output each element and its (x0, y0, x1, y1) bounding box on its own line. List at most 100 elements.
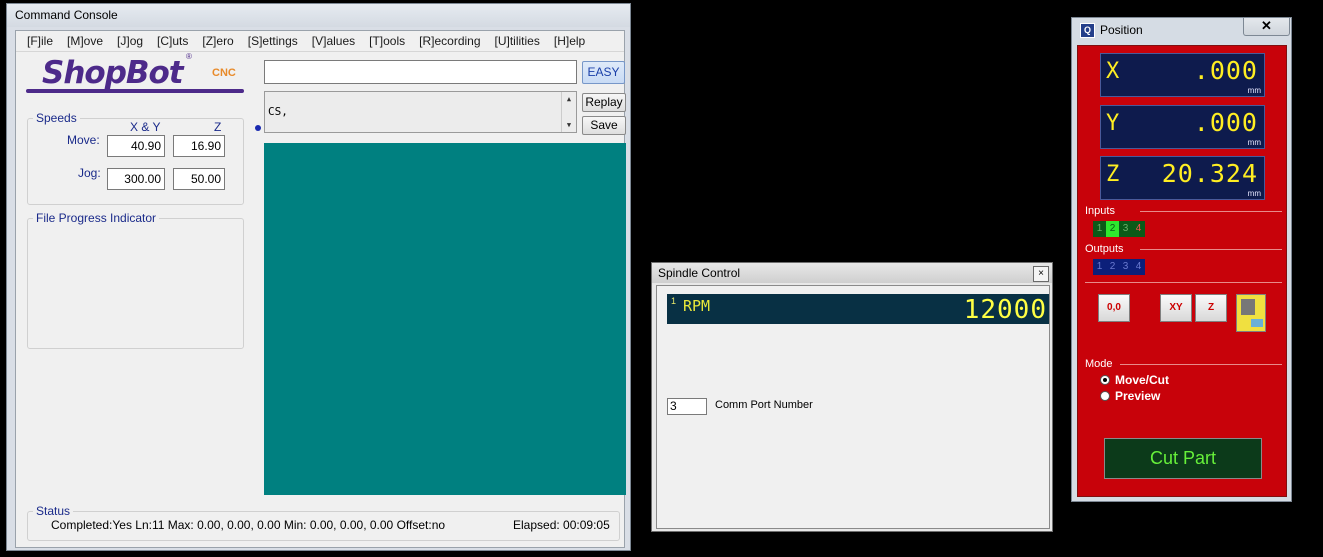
jog-z-speed-field[interactable]: 50.00 (173, 168, 225, 190)
mode-preview-label: Preview (1115, 389, 1161, 403)
mode-divider (1120, 364, 1282, 365)
menu-help[interactable]: [H]elp (547, 34, 592, 48)
command-console-titlebar[interactable]: Command Console (7, 4, 630, 27)
spindle-control-titlebar[interactable]: Spindle Control (652, 263, 1052, 283)
spindle-index: 1 (671, 296, 677, 306)
history-scrollbar[interactable]: ▲ ▼ (561, 92, 576, 132)
logo-registered-mark: ® (186, 52, 192, 61)
rpm-value: 12000 (963, 295, 1047, 325)
mode-label: Mode (1085, 358, 1113, 370)
mode-move-cut-label: Move/Cut (1115, 373, 1169, 387)
output-2-indicator: 2 (1106, 259, 1119, 275)
output-3-indicator: 3 (1119, 259, 1132, 275)
dro-x-axis: X (1106, 59, 1120, 84)
dro-z-value: 20.324 (1161, 159, 1258, 188)
status-dot (255, 125, 261, 131)
menu-zero[interactable]: [Z]ero (195, 34, 240, 48)
menu-cuts[interactable]: [C]uts (150, 34, 195, 48)
dro-y-axis: Y (1106, 111, 1120, 136)
move-xy-speed-field[interactable]: 40.90 (107, 135, 165, 157)
menu-recording[interactable]: [R]ecording (412, 34, 487, 48)
logo-cnc: CNC (212, 67, 236, 79)
dro-x-value: .000 (1193, 56, 1258, 85)
command-input[interactable] (264, 60, 577, 84)
menu-move[interactable]: [M]ove (60, 34, 110, 48)
menu-bar: [F]ile [M]ove [J]og [C]uts [Z]ero [S]ett… (16, 31, 624, 52)
zero-xy-icon: XY (1169, 302, 1183, 313)
command-console-client: [F]ile [M]ove [J]og [C]uts [Z]ero [S]ett… (15, 30, 626, 548)
speeds-col-xy: X & Y (130, 120, 161, 134)
history-text: CS, (268, 105, 288, 118)
mode-move-cut-radio[interactable] (1100, 375, 1110, 385)
spindle-close-button[interactable]: × (1033, 266, 1049, 282)
dro-x[interactable]: X .000 mm (1100, 53, 1265, 97)
menu-tools[interactable]: [T]ools (362, 34, 412, 48)
speeds-col-z: Z (214, 120, 222, 134)
comm-port-input[interactable]: 3 (667, 398, 707, 415)
save-button[interactable]: Save (582, 116, 626, 135)
output-4-indicator: 4 (1132, 259, 1145, 275)
dro-x-unit: mm (1247, 86, 1261, 95)
display-icon (1241, 299, 1255, 315)
dro-z-unit: mm (1247, 189, 1261, 198)
move-speed-label: Move: (67, 133, 100, 147)
dro-z-axis: Z (1106, 162, 1120, 187)
file-progress-legend: File Progress Indicator (36, 211, 157, 225)
zero-z-button[interactable]: Z (1195, 294, 1227, 322)
speeds-legend: Speeds (36, 111, 77, 125)
logo-underline (26, 89, 244, 93)
shopbot-logo: ShopBot ® CNC (26, 52, 246, 97)
inputs-divider (1140, 211, 1282, 212)
jog-xy-speed-field[interactable]: 300.00 (107, 168, 165, 190)
logo-text: ShopBot (42, 55, 184, 91)
status-legend: Status (36, 504, 71, 518)
preview-display-button[interactable] (1236, 294, 1266, 332)
output-1-indicator: 1 (1093, 259, 1106, 275)
zero-origin-icon: 0,0 (1107, 302, 1121, 313)
input-3-indicator: 3 (1119, 221, 1132, 237)
menu-values[interactable]: [V]alues (305, 34, 362, 48)
menu-settings[interactable]: [S]ettings (241, 34, 305, 48)
app-icon: Q (1080, 23, 1095, 38)
move-z-speed-field[interactable]: 16.90 (173, 135, 225, 157)
position-close-button[interactable]: ✕ (1243, 18, 1290, 36)
rpm-label: RPM (683, 297, 711, 315)
tools-divider (1085, 282, 1282, 283)
scroll-down-icon[interactable]: ▼ (562, 121, 576, 129)
inputs-label: Inputs (1085, 205, 1115, 217)
file-progress-group: File Progress Indicator (27, 211, 244, 349)
menu-jog[interactable]: [J]og (110, 34, 150, 48)
input-1-indicator: 1 (1093, 221, 1106, 237)
input-2-indicator: 2 (1106, 221, 1119, 237)
spindle-client: 1 RPM 12000 3 Comm Port Number (656, 285, 1050, 529)
display-icon-accent (1251, 319, 1263, 327)
menu-file[interactable]: [F]ile (20, 34, 60, 48)
dro-y-value: .000 (1193, 108, 1258, 137)
comm-port-label: Comm Port Number (715, 399, 813, 411)
status-text: Completed:Yes Ln:11 Max: 0.00, 0.00, 0.0… (51, 518, 446, 532)
dro-y-unit: mm (1247, 138, 1261, 147)
position-window: Q Position ✕ X .000 mm Y .000 mm Z 20.32… (1071, 17, 1292, 502)
easy-button[interactable]: EASY (582, 61, 625, 84)
dro-y[interactable]: Y .000 mm (1100, 105, 1265, 149)
cut-part-button[interactable]: Cut Part (1104, 438, 1262, 479)
zero-origin-button[interactable]: 0,0 (1098, 294, 1130, 322)
input-4-indicator: 4 (1132, 221, 1145, 237)
command-console-window: Command Console [F]ile [M]ove [J]og [C]u… (6, 3, 631, 551)
scroll-up-icon[interactable]: ▲ (562, 95, 576, 103)
toolpath-preview-area[interactable] (264, 143, 626, 495)
outputs-label: Outputs (1085, 243, 1124, 255)
position-client: X .000 mm Y .000 mm Z 20.324 mm Inputs 1… (1077, 45, 1287, 497)
rpm-display: 1 RPM 12000 (667, 294, 1049, 325)
mode-preview-radio[interactable] (1100, 391, 1110, 401)
zero-xy-button[interactable]: XY (1160, 294, 1192, 322)
jog-speed-label: Jog: (78, 166, 101, 180)
spindle-control-window: Spindle Control × 1 RPM 12000 3 Comm Por… (651, 262, 1053, 532)
menu-utilities[interactable]: [U]tilities (488, 34, 547, 48)
zero-z-icon: Z (1207, 302, 1215, 313)
elapsed-time: Elapsed: 00:09:05 (513, 518, 610, 532)
dro-z[interactable]: Z 20.324 mm (1100, 156, 1265, 200)
outputs-divider (1140, 249, 1282, 250)
replay-button[interactable]: Replay (582, 93, 626, 112)
command-history[interactable]: CS, ▲ ▼ (264, 91, 577, 133)
